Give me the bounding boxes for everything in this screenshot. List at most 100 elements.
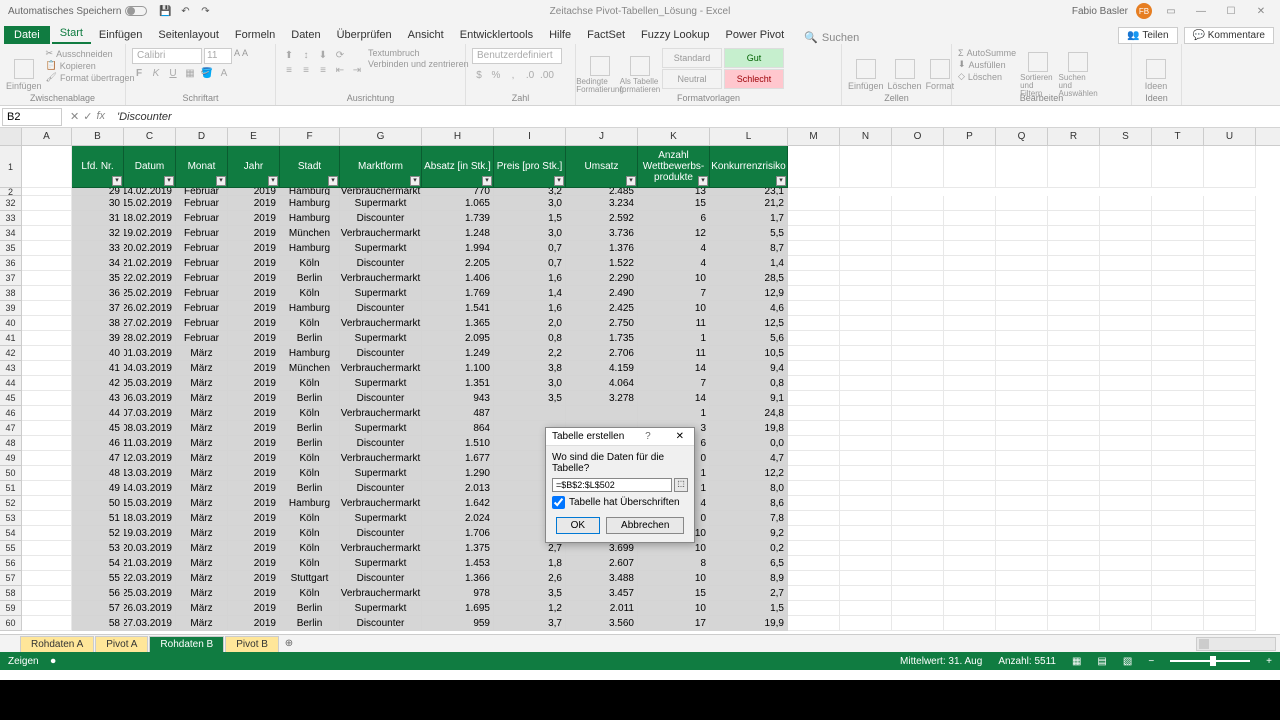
cell[interactable]: 1.065 (422, 196, 494, 211)
cell[interactable]: Verbrauchermarkt (340, 451, 422, 466)
filter-icon[interactable]: ▾ (554, 176, 564, 186)
cell[interactable]: 21.02.2019 (124, 256, 176, 271)
cell[interactable]: 34 (72, 256, 124, 271)
cell[interactable]: Verbrauchermarkt (340, 406, 422, 421)
cell[interactable]: 57 (72, 601, 124, 616)
cell[interactable]: 2019 (228, 601, 280, 616)
cell[interactable]: 3,0 (494, 376, 566, 391)
cell[interactable]: 1,7 (710, 211, 788, 226)
filter-icon[interactable]: ▾ (328, 176, 338, 186)
cell[interactable]: 47 (72, 451, 124, 466)
cell[interactable]: März (176, 421, 228, 436)
windows-taskbar[interactable] (0, 680, 1280, 720)
cell[interactable]: Discounter (340, 301, 422, 316)
cell[interactable]: 15.03.2019 (124, 496, 176, 511)
ribbon-tab[interactable]: Power Pivot (718, 26, 793, 44)
cell[interactable]: 1.706 (422, 526, 494, 541)
cell[interactable]: 41 (72, 361, 124, 376)
cell[interactable]: 4 (638, 256, 710, 271)
ribbon-tab[interactable]: Einfügen (91, 26, 150, 44)
clear-button[interactable]: ◇ Löschen (958, 71, 1016, 82)
cell[interactable]: Supermarkt (340, 556, 422, 571)
cell[interactable]: März (176, 361, 228, 376)
cell[interactable]: 2.013 (422, 481, 494, 496)
cell[interactable]: 12 (638, 226, 710, 241)
table-header[interactable]: Monat▾ (176, 146, 228, 188)
cell[interactable]: 2019 (228, 196, 280, 211)
cell[interactable]: Berlin (280, 421, 340, 436)
column-header[interactable]: F (280, 128, 340, 145)
cell[interactable]: Februar (176, 211, 228, 226)
cell[interactable]: 8,9 (710, 571, 788, 586)
row-header[interactable]: 36 (0, 256, 22, 271)
cell[interactable]: Supermarkt (340, 286, 422, 301)
cell[interactable]: 1.735 (566, 331, 638, 346)
ribbon-tab[interactable]: Hilfe (541, 26, 579, 44)
cell[interactable]: 13.03.2019 (124, 466, 176, 481)
comma-icon[interactable]: , (506, 68, 520, 82)
cell[interactable]: 08.03.2019 (124, 421, 176, 436)
row-header[interactable]: 38 (0, 286, 22, 301)
view-pagebreak-icon[interactable]: ▧ (1123, 656, 1132, 667)
cell[interactable]: 2019 (228, 481, 280, 496)
cell[interactable]: 10 (638, 301, 710, 316)
cell[interactable]: 15 (638, 196, 710, 211)
row-header[interactable]: 56 (0, 556, 22, 571)
cell[interactable]: 2.011 (566, 601, 638, 616)
sheet-tab[interactable]: Rohdaten A (20, 636, 94, 652)
format-painter-button[interactable]: 🖌 Format übertragen (46, 72, 135, 83)
zoom-in-button[interactable]: + (1266, 656, 1272, 667)
cell[interactable]: 2019 (228, 256, 280, 271)
cell[interactable]: Berlin (280, 271, 340, 286)
cell[interactable]: 1,4 (494, 286, 566, 301)
comments-button[interactable]: 💬 Kommentare (1184, 27, 1274, 44)
dialog-range-select-icon[interactable]: ⬚ (674, 478, 688, 492)
cell[interactable]: Köln (280, 586, 340, 601)
cell[interactable]: Februar (176, 256, 228, 271)
sheet-tab[interactable]: Pivot A (95, 636, 148, 652)
cell[interactable]: 2019 (228, 316, 280, 331)
filter-icon[interactable]: ▾ (698, 176, 708, 186)
cell[interactable]: München (280, 361, 340, 376)
cell[interactable]: Februar (176, 241, 228, 256)
fill-button[interactable]: ⬇ Ausfüllen (958, 59, 1016, 70)
cell[interactable]: März (176, 601, 228, 616)
align-middle-icon[interactable]: ↕ (299, 48, 313, 62)
sheet-tab[interactable]: Pivot B (225, 636, 279, 652)
cell[interactable]: 2.205 (422, 256, 494, 271)
cell[interactable]: 06.03.2019 (124, 391, 176, 406)
cell[interactable]: 1,6 (494, 271, 566, 286)
table-header[interactable]: Anzahl Wettbewerbs-produkte▾ (638, 146, 710, 188)
filter-icon[interactable]: ▾ (482, 176, 492, 186)
cell[interactable]: 18.02.2019 (124, 211, 176, 226)
cell[interactable]: 3.699 (566, 541, 638, 556)
row-header[interactable]: 43 (0, 361, 22, 376)
cell[interactable]: Köln (280, 451, 340, 466)
style-neutral[interactable]: Neutral (662, 69, 722, 89)
dialog-ok-button[interactable]: OK (556, 517, 600, 534)
cell[interactable]: 2019 (228, 466, 280, 481)
dialog-headers-checkbox[interactable] (552, 496, 565, 509)
cell[interactable]: 2019 (228, 346, 280, 361)
cell[interactable]: 20.03.2019 (124, 541, 176, 556)
row-header[interactable]: 55 (0, 541, 22, 556)
column-header[interactable]: N (840, 128, 892, 145)
zoom-slider[interactable] (1170, 660, 1250, 662)
horizontal-scrollbar[interactable] (1196, 637, 1276, 651)
number-format-combo[interactable]: Benutzerdefiniert (472, 48, 562, 64)
align-center-icon[interactable]: ≡ (299, 63, 313, 77)
cell[interactable]: Februar (176, 271, 228, 286)
cell[interactable]: 1,5 (710, 601, 788, 616)
column-header[interactable]: K (638, 128, 710, 145)
table-header[interactable]: Jahr▾ (228, 146, 280, 188)
italic-button[interactable]: K (149, 66, 163, 80)
cell[interactable]: Discounter (340, 256, 422, 271)
cell[interactable]: 2019 (228, 406, 280, 421)
cell[interactable]: 58 (72, 616, 124, 631)
ribbon-options-icon[interactable]: ▭ (1160, 6, 1182, 17)
cell[interactable]: 1 (638, 406, 710, 421)
row-header[interactable]: 58 (0, 586, 22, 601)
row-header[interactable]: 51 (0, 481, 22, 496)
cell[interactable]: Köln (280, 466, 340, 481)
cell[interactable]: 38 (72, 316, 124, 331)
